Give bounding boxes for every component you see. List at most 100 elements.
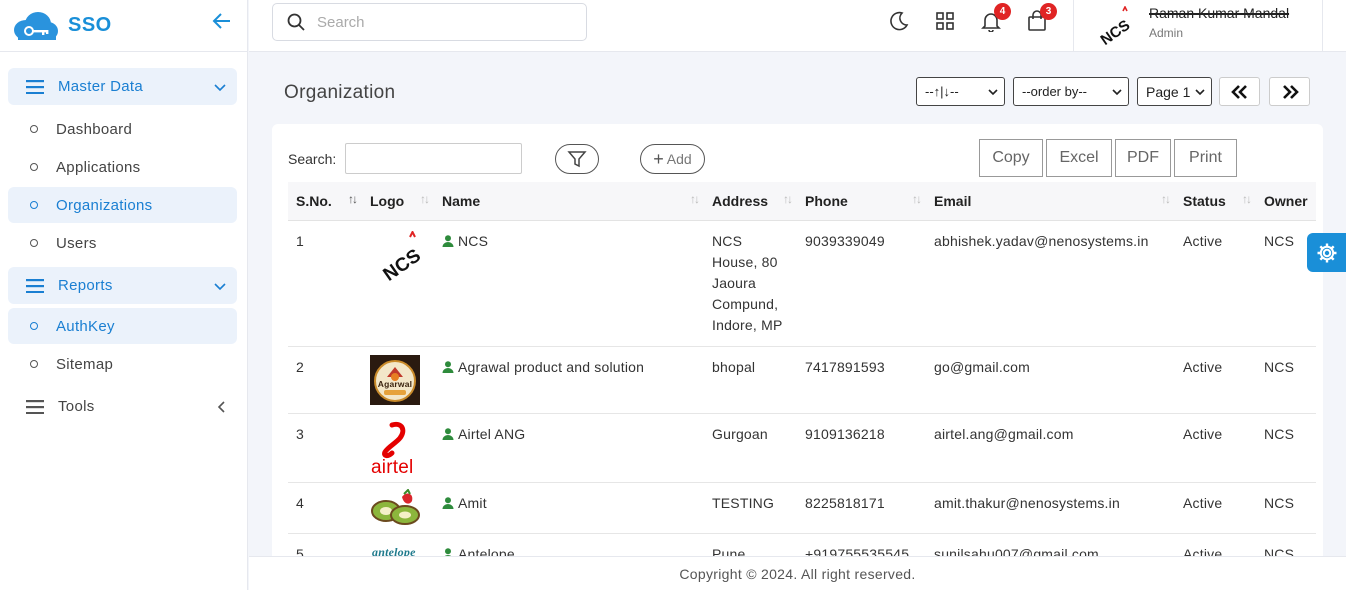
chevron-down-icon (988, 89, 998, 96)
add-button[interactable]: + Add (640, 144, 705, 174)
bell-icon[interactable]: 4 (980, 3, 1011, 33)
arrow-left-icon[interactable] (211, 10, 233, 32)
filter-button[interactable] (555, 144, 599, 174)
sidebar-item-sitemap[interactable]: Sitemap (8, 346, 237, 382)
moon-icon[interactable] (888, 10, 910, 32)
column-header-label: S.No. (296, 192, 332, 209)
org-name: NCS (458, 232, 489, 249)
user-icon (442, 427, 454, 440)
sidebar-item-users[interactable]: Users (8, 225, 237, 261)
avatar: NCS (1092, 5, 1133, 49)
cell-phone: 9039339049 (797, 220, 926, 347)
column-header-label: Address (712, 192, 769, 209)
column-header-label: Owner (1264, 192, 1308, 209)
column-header-address[interactable]: Address ↑↓ (704, 182, 797, 221)
order-by-select[interactable]: --order by-- (1013, 77, 1129, 106)
sidebar-nav: Master Data Dashboard Applications Organ… (0, 52, 247, 425)
cell-name[interactable]: Agrawal product and solution (434, 346, 704, 414)
org-name: Agrawal product and solution (458, 358, 645, 375)
column-header-email[interactable]: Email ↑↓ (926, 182, 1175, 221)
table-row: 1 NCS NCS NCS House, 80 Jaoura Compund, … (288, 220, 1316, 347)
table-search-input[interactable] (345, 143, 522, 174)
column-header-sno[interactable]: S.No. ↑↓ (288, 182, 362, 221)
cell-address: bhopal (704, 346, 797, 414)
cell-status: Active (1175, 220, 1256, 347)
sidebar-group-master-data[interactable]: Master Data (8, 68, 237, 105)
column-header-name[interactable]: Name ↑↓ (434, 182, 704, 221)
cell-phone: 7417891593 (797, 346, 926, 414)
search-input[interactable] (317, 13, 567, 31)
sidebar-item-authkey[interactable]: AuthKey (8, 308, 237, 344)
cell-name[interactable]: Airtel ANG (434, 413, 704, 483)
column-header-label: Logo (370, 192, 405, 209)
cell-email: abhishek.yadav@nenosystems.in (926, 220, 1175, 347)
double-chevron-right-icon (1282, 84, 1299, 99)
address-line: bhopal (712, 358, 756, 375)
sidebar-item-label: Applications (56, 158, 141, 176)
table-row: 2 Agarwal Agrawal product and solution b… (288, 346, 1316, 414)
column-header-status[interactable]: Status ↑↓ (1175, 182, 1256, 221)
column-header-phone[interactable]: Phone ↑↓ (797, 182, 926, 221)
double-chevron-left-icon (1230, 84, 1247, 99)
cell-sno: 3 (288, 413, 362, 483)
circle-bullet-icon (30, 125, 38, 133)
sidebar-group-tools[interactable]: Tools (8, 388, 237, 425)
excel-button[interactable]: Excel (1046, 139, 1112, 177)
address-line: Indore, MP (712, 316, 783, 333)
sidebar-item-dashboard[interactable]: Dashboard (8, 111, 237, 147)
chevron-down-icon (1112, 89, 1122, 96)
page-select[interactable]: Page 1 (1137, 77, 1212, 106)
svg-text:airtel: airtel (371, 457, 413, 476)
cell-status: Active (1175, 482, 1256, 534)
grid-apps-icon[interactable] (934, 10, 956, 32)
gear-icon (1317, 243, 1336, 262)
column-header-label: Name (442, 192, 481, 209)
copy-button[interactable]: Copy (979, 139, 1043, 177)
user-name: Raman Kumar Mandal (1149, 5, 1290, 21)
sort-direction-select[interactable]: --↑|↓-- (916, 77, 1005, 106)
order-by-value: --order by-- (1022, 84, 1088, 99)
sort-icon: ↑↓ (1161, 192, 1171, 206)
table-row: 4 Amit TESTING 8225818171 amit.thakur@ne… (288, 482, 1316, 534)
organization-table-card: Search: + Add Copy Excel PDF Print S.No.… (272, 124, 1323, 564)
agrawal-logo-icon: Agarwal (370, 354, 420, 405)
ncs-logo-icon: NCS (370, 229, 425, 285)
cell-logo: NCS (362, 220, 434, 347)
column-header-label: Status (1183, 192, 1226, 209)
settings-gear-button[interactable] (1307, 233, 1346, 272)
circle-bullet-icon (30, 360, 38, 368)
cell-owner: NCS (1256, 346, 1316, 414)
sidebar-item-organizations[interactable]: Organizations (8, 187, 237, 223)
svg-text:Agarwal: Agarwal (378, 379, 412, 389)
previous-page-button[interactable] (1219, 77, 1260, 106)
cell-logo (362, 482, 434, 534)
address-line: Jaoura (712, 274, 757, 291)
sort-direction-value: --↑|↓-- (925, 84, 959, 99)
menu-icon (26, 278, 44, 293)
pdf-button[interactable]: PDF (1115, 139, 1171, 177)
table-row: 3 airtel Airtel ANG Gurgoan 9109136218 a… (288, 413, 1316, 483)
sidebar-group-reports[interactable]: Reports (8, 267, 237, 304)
next-page-button[interactable] (1269, 77, 1310, 106)
sidebar-item-applications[interactable]: Applications (8, 149, 237, 185)
user-icon (442, 496, 454, 509)
column-header-owner[interactable]: Owner (1256, 182, 1316, 221)
global-search[interactable] (272, 3, 587, 41)
shopping-bag-icon[interactable]: 3 (1026, 3, 1057, 32)
column-header-logo[interactable]: Logo ↑↓ (362, 182, 434, 221)
cell-logo: airtel (362, 413, 434, 483)
fruit-logo-icon (370, 487, 422, 527)
user-menu[interactable]: NCS Raman Kumar Mandal Admin (1073, 0, 1323, 52)
sidebar: SSO Master Data Dashboard Applications O… (0, 0, 248, 590)
notification-badge: 4 (994, 3, 1011, 20)
cell-address: NCS House, 80 Jaoura Compund, Indore, MP (704, 220, 797, 347)
cell-name[interactable]: Amit (434, 482, 704, 534)
filter-icon (567, 151, 587, 168)
svg-text:NCS: NCS (380, 245, 422, 283)
sidebar-item-label: Dashboard (56, 120, 133, 138)
print-button[interactable]: Print (1174, 139, 1237, 177)
cell-name[interactable]: NCS (434, 220, 704, 347)
circle-bullet-icon (30, 163, 38, 171)
brand-name: SSO (68, 14, 112, 36)
sidebar-item-label: Organizations (56, 196, 153, 214)
